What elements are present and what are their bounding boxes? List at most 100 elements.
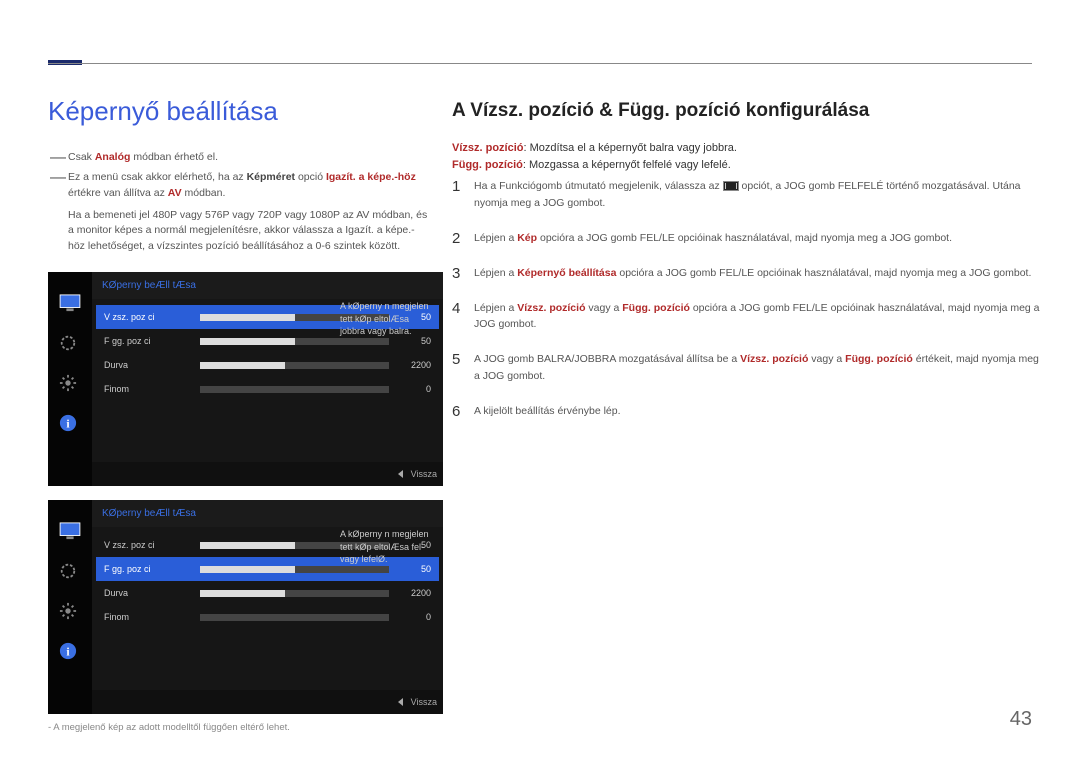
note-bold: AV (356, 209, 369, 221)
step-bold: Függ. pozíció (845, 353, 913, 365)
step: 3 Lépjen a Képernyő beállítása opcióra a… (452, 265, 1042, 282)
fggpoz-text: : Mozgassa a képernyőt felfelé vagy lefe… (523, 159, 731, 171)
step-number: 6 (452, 403, 474, 420)
note-bold: Képméret (247, 171, 295, 183)
osd-row-durva[interactable]: Durva 2200 (96, 353, 439, 377)
note-item: ― Csak Analóg módban érhető el. (48, 150, 428, 166)
monitor-icon (59, 522, 81, 540)
osd-main: KØperny beÆll tÆsa V zsz. poz ci 50 F gg… (92, 272, 443, 462)
step: 5 A JOG gomb BALRA/JOBBRA mozgatásával á… (452, 351, 1042, 385)
step-bold: Függ. pozíció (622, 302, 690, 314)
osd-row-durva[interactable]: Durva 2200 (96, 581, 439, 605)
fggpoz-label: Függ. pozíció (452, 159, 523, 171)
step-bold: Vízsz. pozíció (740, 353, 808, 365)
osd-sidebar: i (48, 272, 92, 486)
note-text: Ha a bemeneti jel 480P vagy 576P vagy 72… (68, 209, 356, 221)
note-bold: AV (168, 187, 182, 199)
info-icon: i (59, 642, 81, 660)
osd-row-value: 2200 (395, 360, 431, 370)
step-number: 3 (452, 265, 474, 282)
note-bold: Igazít. a képe.-höz (326, 171, 416, 183)
info-icon: i (59, 414, 81, 432)
back-arrow-icon[interactable] (398, 470, 403, 478)
step: 2 Lépjen a Kép opcióra a JOG gomb FEL/LE… (452, 230, 1042, 247)
osd-row-value: 0 (395, 612, 431, 622)
step-number: 5 (452, 351, 474, 385)
osd-panel-1: i KØperny beÆll tÆsa V zsz. poz ci 50 F … (48, 272, 443, 486)
note-dash: ― (48, 150, 68, 166)
note-text: értékre van állítva az (68, 187, 168, 199)
osd-back-label[interactable]: Vissza (411, 469, 437, 479)
step-text: opcióra a JOG gomb FEL/LE opcióinak hasz… (537, 232, 952, 244)
vszpoz-label: Vízsz. pozíció (452, 142, 524, 154)
osd-slider[interactable] (200, 362, 389, 369)
footnote: - A megjelenő kép az adott modelltől füg… (48, 722, 290, 733)
step-text: A JOG gomb BALRA/JOBBRA mozgatásával áll… (474, 353, 740, 365)
osd-main: KØperny beÆll tÆsa V zsz. poz ci 50 F gg… (92, 500, 443, 690)
osd-row-finom[interactable]: Finom 0 (96, 605, 439, 629)
note-text: Ez a menü csak akkor elérhető, ha az (68, 171, 247, 183)
monitor-icon (59, 294, 81, 312)
description-block: Vízsz. pozíció: Mozdítsa el a képernyőt … (452, 140, 1012, 173)
osd-header: KØperny beÆll tÆsa (92, 500, 443, 527)
step-text: A kijelölt beállítás érvénybe lép. (474, 405, 621, 417)
section-title: A Vízsz. pozíció & Függ. pozíció konfigu… (452, 100, 869, 122)
step-text: opcióra a JOG gomb FEL/LE opcióinak hasz… (616, 267, 1031, 279)
page-number: 43 (1010, 708, 1032, 731)
step-text: vagy a (808, 353, 845, 365)
note-dash: ― (48, 170, 68, 202)
osd-description: A kØperny n megjelen tett kØp eltolÆsa j… (340, 300, 435, 338)
osd-row-label: F gg. poz ci (104, 336, 194, 346)
osd-slider[interactable] (200, 338, 389, 345)
menu-icon (723, 181, 739, 191)
osd-row-label: Durva (104, 588, 194, 598)
osd-panel-2: i KØperny beÆll tÆsa V zsz. poz ci 50 F … (48, 500, 443, 714)
osd-header: KØperny beÆll tÆsa (92, 272, 443, 299)
osd-slider[interactable] (200, 566, 389, 573)
note-text: módban. (182, 187, 226, 199)
step-text: vagy a (585, 302, 622, 314)
osd-row-label: F gg. poz ci (104, 564, 194, 574)
osd-slider[interactable] (200, 386, 389, 393)
osd-slider[interactable] (200, 590, 389, 597)
note-item: ― Ez a menü csak akkor elérhető, ha az K… (48, 170, 428, 202)
steps-list: 1 Ha a Funkciógomb útmutató megjelenik, … (452, 178, 1042, 438)
osd-footer: Vissza (92, 462, 443, 486)
vszpoz-text: : Mozdítsa el a képernyőt balra vagy job… (524, 142, 737, 154)
note-sub: Ha a bemeneti jel 480P vagy 576P vagy 72… (68, 208, 428, 255)
osd-row-finom[interactable]: Finom 0 (96, 377, 439, 401)
notes-list: ― Csak Analóg módban érhető el. ― Ez a m… (48, 150, 428, 255)
osd-row-label: Durva (104, 360, 194, 370)
osd-slider[interactable] (200, 614, 389, 621)
back-arrow-icon[interactable] (398, 698, 403, 706)
osd-row-value: 0 (395, 384, 431, 394)
step-text: Lépjen a (474, 302, 517, 314)
osd-footer: Vissza (92, 690, 443, 714)
page-title: Képernyő beállítása (48, 96, 278, 127)
osd-row-label: V zsz. poz ci (104, 312, 194, 322)
note-bold: Analóg (95, 151, 131, 163)
step: 4 Lépjen a Vízsz. pozíció vagy a Függ. p… (452, 300, 1042, 334)
step-bold: Képernyő beállítása (517, 267, 616, 279)
gear-icon (59, 602, 81, 620)
note-text: opció (295, 171, 326, 183)
osd-sidebar: i (48, 500, 92, 714)
step-text: Lépjen a (474, 232, 517, 244)
osd-description: A kØperny n megjelen tett kØp eltolÆsa f… (340, 528, 435, 566)
note-text: módban érhető el. (130, 151, 218, 163)
step-number: 4 (452, 300, 474, 334)
step: 1 Ha a Funkciógomb útmutató megjelenik, … (452, 178, 1042, 212)
osd-back-label[interactable]: Vissza (411, 697, 437, 707)
osd-row-label: Finom (104, 384, 194, 394)
step-number: 2 (452, 230, 474, 247)
osd-row-label: Finom (104, 612, 194, 622)
step-number: 1 (452, 178, 474, 212)
note-text: Csak (68, 151, 95, 163)
header-rule (48, 63, 1032, 64)
step-bold: Kép (517, 232, 537, 244)
color-icon (59, 334, 81, 352)
step-text: Lépjen a (474, 267, 517, 279)
step: 6 A kijelölt beállítás érvénybe lép. (452, 403, 1042, 420)
osd-row-value: 2200 (395, 588, 431, 598)
step-text: Ha a Funkciógomb útmutató megjelenik, vá… (474, 180, 723, 192)
